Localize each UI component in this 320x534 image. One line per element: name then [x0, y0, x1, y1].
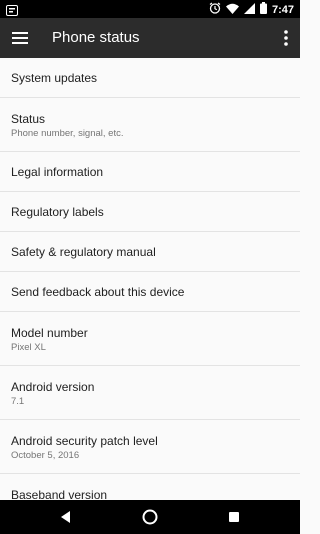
- list-item-safety-manual[interactable]: Safety & regulatory manual: [0, 232, 300, 272]
- list-item-security-patch-level[interactable]: Android security patch level October 5, …: [0, 420, 300, 474]
- alarm-icon: [209, 1, 221, 19]
- item-summary: 7.1: [11, 396, 25, 407]
- item-title: Regulatory labels: [11, 205, 104, 219]
- item-title: Safety & regulatory manual: [11, 245, 156, 259]
- item-title: Status: [11, 112, 46, 126]
- item-summary: October 5, 2016: [11, 450, 80, 461]
- battery-icon: [259, 1, 267, 19]
- item-title: Model number: [11, 326, 88, 340]
- item-title: Legal information: [11, 165, 104, 179]
- page-title: Phone status: [52, 29, 140, 46]
- navigation-bar: [0, 500, 300, 534]
- clock-time: 7:47: [271, 4, 294, 16]
- recents-icon[interactable]: [224, 507, 244, 527]
- list-item-android-version[interactable]: Android version 7.1: [0, 366, 300, 420]
- signal-icon: [243, 1, 255, 19]
- settings-list: System updates Status Phone number, sign…: [0, 58, 300, 528]
- list-item-regulatory-labels[interactable]: Regulatory labels: [0, 192, 300, 232]
- more-vert-icon[interactable]: [282, 28, 290, 48]
- item-summary: Pixel XL: [11, 342, 46, 353]
- item-title: System updates: [11, 71, 98, 85]
- item-summary: Phone number, signal, etc.: [11, 128, 124, 139]
- list-item-legal-information[interactable]: Legal information: [0, 152, 300, 192]
- list-item-send-feedback[interactable]: Send feedback about this device: [0, 272, 300, 312]
- item-title: Android security patch level: [11, 434, 158, 448]
- item-title: Send feedback about this device: [11, 285, 185, 299]
- item-title: Android version: [11, 380, 95, 394]
- status-bar: 7:47: [0, 0, 300, 18]
- hamburger-icon[interactable]: [12, 29, 28, 47]
- wifi-icon: [225, 1, 239, 19]
- back-icon[interactable]: [56, 507, 76, 527]
- app-toolbar: Phone status: [0, 18, 300, 58]
- list-item-system-updates[interactable]: System updates: [0, 58, 300, 98]
- home-icon[interactable]: [140, 507, 160, 527]
- list-item-status[interactable]: Status Phone number, signal, etc.: [0, 98, 300, 152]
- list-item-model-number[interactable]: Model number Pixel XL: [0, 312, 300, 366]
